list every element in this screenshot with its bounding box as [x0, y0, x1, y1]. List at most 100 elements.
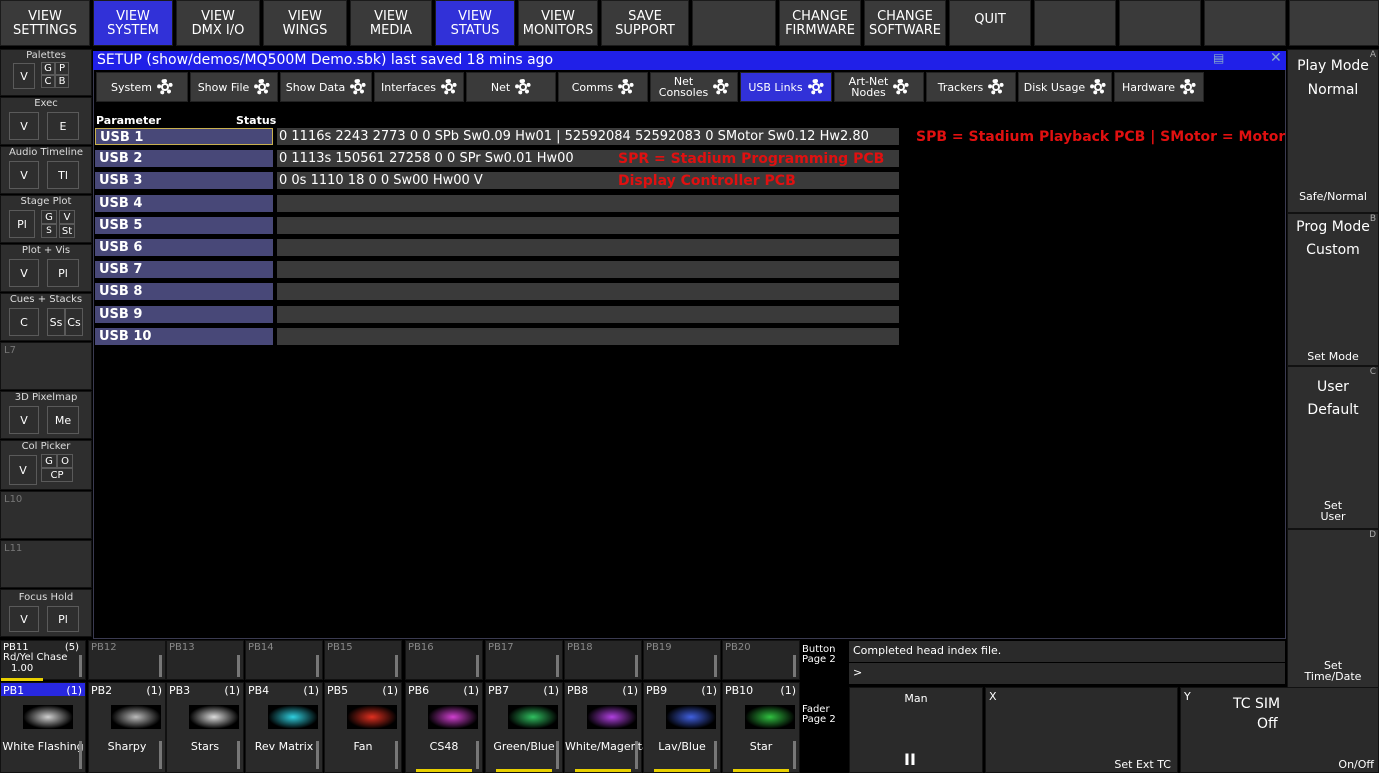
pixelmap-me-button[interactable]: Me — [47, 406, 79, 434]
fader-slider[interactable] — [159, 741, 162, 769]
pixelmap-v-button[interactable]: V — [9, 406, 39, 434]
exec-e-button[interactable]: E — [47, 112, 79, 140]
col-picker-cp-button[interactable]: CP — [41, 468, 73, 482]
tab-show-file[interactable]: Show File — [190, 72, 278, 102]
playback-slot-l10[interactable]: L10 — [0, 491, 92, 539]
focus-v-button[interactable]: V — [9, 606, 39, 632]
col-picker-o-button[interactable]: O — [57, 454, 73, 468]
playback-button-pb16[interactable]: PB16 — [405, 640, 483, 680]
playback-button-pb5[interactable]: PB5 (1) Fan — [324, 682, 402, 773]
fader-slider[interactable] — [237, 741, 240, 769]
fader-slider[interactable] — [159, 655, 162, 677]
time-date-button[interactable]: D Set Time/Date — [1287, 529, 1379, 689]
tab-art-net-nodes[interactable]: Art-Net Nodes — [834, 72, 924, 102]
stage-s-button[interactable]: S — [41, 224, 57, 238]
fader-slider[interactable] — [316, 655, 319, 677]
playback-button-pb10[interactable]: PB10 (1) Star — [722, 682, 800, 773]
playback-button-pb12[interactable]: PB12 — [88, 640, 166, 680]
plot-vis-v-button[interactable]: V — [9, 259, 39, 287]
button-page-label[interactable]: Button Page 2 — [802, 645, 836, 665]
view-wings-button[interactable]: VIEW WINGS — [263, 0, 347, 46]
tab-net[interactable]: Net — [466, 72, 556, 102]
palettes-p-button[interactable]: P — [55, 62, 69, 75]
top-blank-button-4[interactable] — [1204, 0, 1286, 46]
tc-sim-button[interactable]: Y TC SIM Off On/Off — [1180, 687, 1379, 773]
close-icon[interactable]: ✕ — [1270, 50, 1282, 66]
prog-mode-button[interactable]: B Prog Mode Custom Set Mode — [1287, 213, 1379, 366]
playback-slot-l7[interactable]: L7 — [0, 342, 92, 390]
fader-slider[interactable] — [395, 655, 398, 677]
man-button[interactable]: Man II — [849, 687, 983, 773]
top-blank-button-5[interactable] — [1289, 0, 1379, 46]
fader-slider[interactable] — [714, 655, 717, 677]
playback-button-pb8[interactable]: PB8 (1) White/Magenta — [564, 682, 649, 773]
fader-slider[interactable] — [793, 655, 796, 677]
top-blank-button-2[interactable] — [1034, 0, 1116, 46]
fader-slider[interactable] — [635, 655, 638, 677]
tab-net-consoles[interactable]: Net Consoles — [650, 72, 738, 102]
fader-slider[interactable] — [237, 655, 240, 677]
fader-page-label[interactable]: Fader Page 2 — [802, 705, 836, 725]
palettes-c-button[interactable]: C — [41, 75, 55, 88]
fader-slider[interactable] — [793, 741, 796, 769]
minimize-icon[interactable]: ▤ — [1213, 51, 1224, 65]
tab-usb-links[interactable]: USB Links — [740, 72, 832, 102]
change-firmware-button[interactable]: CHANGE FIRMWARE — [779, 0, 861, 46]
playback-button-pb3[interactable]: PB3 (1) Stars — [166, 682, 244, 773]
cues-c-button[interactable]: C — [9, 308, 39, 336]
fader-slider[interactable] — [476, 741, 479, 769]
view-system-button[interactable]: VIEW SYSTEM — [93, 0, 173, 46]
col-picker-v-button[interactable]: V — [9, 455, 37, 485]
playback-button-pb2[interactable]: PB2 (1) Sharpy — [88, 682, 166, 773]
stage-v-button[interactable]: V — [59, 210, 75, 224]
change-software-button[interactable]: CHANGE SOFTWARE — [864, 0, 946, 46]
tab-comms[interactable]: Comms — [558, 72, 648, 102]
palettes-g-button[interactable]: G — [41, 62, 55, 75]
audio-v-button[interactable]: V — [9, 161, 39, 189]
playback-button-pb19[interactable]: PB19 — [643, 640, 721, 680]
plot-vis-pl-button[interactable]: Pl — [47, 259, 79, 287]
view-dmx-io-button[interactable]: VIEW DMX I/O — [176, 0, 260, 46]
tab-interfaces[interactable]: Interfaces — [374, 72, 464, 102]
tab-show-data[interactable]: Show Data — [280, 72, 372, 102]
fader-slider[interactable] — [395, 741, 398, 769]
fader-slider[interactable] — [556, 741, 559, 769]
top-blank-button-3[interactable] — [1119, 0, 1201, 46]
exec-v-button[interactable]: V — [9, 112, 39, 140]
view-settings-button[interactable]: VIEW SETTINGS — [0, 0, 90, 46]
focus-pl-button[interactable]: Pl — [47, 606, 79, 632]
set-ext-tc-button[interactable]: X Set Ext TC — [985, 687, 1178, 773]
quit-button[interactable]: QUIT — [949, 0, 1031, 46]
playback-button-pb1[interactable]: PB1 (1) White Flashing — [0, 682, 86, 773]
playback-button-pb9[interactable]: PB9 (1) Lav/Blue — [643, 682, 721, 773]
cues-cs-button[interactable]: Cs — [65, 308, 83, 336]
fader-slider[interactable] — [714, 741, 717, 769]
playback-button-pb7[interactable]: PB7 (1) Green/Blue — [485, 682, 563, 773]
stage-st-button[interactable]: St — [59, 224, 75, 238]
play-mode-button[interactable]: A Play Mode Normal Safe/Normal — [1287, 49, 1379, 213]
playback-slot-l11[interactable]: L11 — [0, 540, 92, 588]
playback-button-pb15[interactable]: PB15 — [324, 640, 402, 680]
stage-pl-button[interactable]: Pl — [9, 210, 35, 238]
tab-disk-usage[interactable]: Disk Usage — [1018, 72, 1112, 102]
fader-slider[interactable] — [556, 655, 559, 677]
view-monitors-button[interactable]: VIEW MONITORS — [518, 0, 598, 46]
playback-button-pb17[interactable]: PB17 — [485, 640, 563, 680]
audio-tl-button[interactable]: Tl — [47, 161, 79, 189]
top-blank-button[interactable] — [692, 0, 776, 46]
playback-button-pb6[interactable]: PB6 (1) CS48 — [405, 682, 483, 773]
command-line-input[interactable]: > — [849, 663, 1285, 684]
fader-slider[interactable] — [79, 655, 82, 677]
tab-trackers[interactable]: Trackers — [926, 72, 1016, 102]
playback-button-pb14[interactable]: PB14 — [245, 640, 323, 680]
playback-button-pb20[interactable]: PB20 — [722, 640, 800, 680]
tab-hardware[interactable]: Hardware — [1114, 72, 1204, 102]
playback-button-pb11[interactable]: PB11 (5) Rd/Yel Chase 1.00 — [0, 640, 86, 680]
palettes-v-button[interactable]: V — [13, 63, 35, 89]
playback-button-pb4[interactable]: PB4 (1) Rev Matrix — [245, 682, 323, 773]
tab-system[interactable]: System — [96, 72, 188, 102]
palettes-b-button[interactable]: B — [55, 75, 69, 88]
cues-ss-button[interactable]: Ss — [47, 308, 65, 336]
col-picker-g-button[interactable]: G — [41, 454, 57, 468]
fader-slider[interactable] — [79, 741, 82, 769]
